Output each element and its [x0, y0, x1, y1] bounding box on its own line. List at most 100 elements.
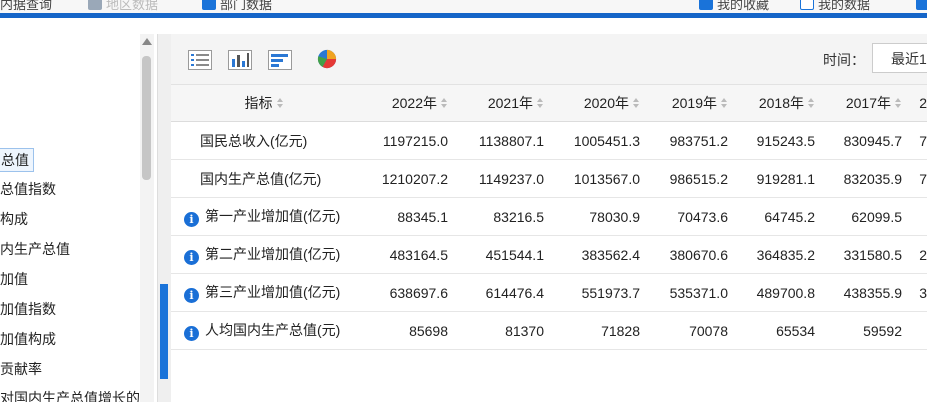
table-cell: 7	[902, 121, 927, 160]
info-icon[interactable]: i	[184, 250, 199, 265]
more-icon	[916, 0, 927, 10]
row-label: 第一产业增加值(亿元)	[205, 208, 341, 224]
data-table: 指标 2022年 2021年 2020年 2019年 2018年 2017年 2…	[171, 85, 927, 350]
pie-chart-icon[interactable]	[315, 49, 339, 69]
table-cell: 638697.6	[357, 273, 448, 312]
sort-icon[interactable]	[808, 98, 815, 109]
table-cell: 483164.5	[357, 235, 448, 274]
column-header-indicator[interactable]: 指标	[171, 85, 357, 122]
scroll-thumb[interactable]	[142, 56, 151, 180]
table-cell: 85698	[357, 311, 448, 350]
info-icon[interactable]: i	[184, 326, 199, 341]
table-cell: 364835.2	[728, 235, 815, 274]
table-cell: 70078	[640, 311, 728, 350]
region-data-icon	[88, 0, 102, 10]
row-label-cell: i 人均国内生产总值(元)	[171, 311, 357, 350]
view-toolbar: 时间： 最近10年	[171, 34, 927, 85]
table-cell	[902, 311, 927, 350]
sort-icon[interactable]	[721, 98, 728, 109]
table-cell: 1210207.2	[357, 159, 448, 198]
column-header-year[interactable]: 2017年	[815, 85, 902, 122]
table-cell: 78030.9	[544, 197, 640, 236]
nav-item-region-data[interactable]: 地区数据	[106, 0, 158, 13]
data-table-wrapper: 指标 2022年 2021年 2020年 2019年 2018年 2017年 2…	[171, 85, 927, 350]
tree-item[interactable]: 内生产总值	[0, 239, 74, 259]
table-row: i 第二产业增加值(亿元) 483164.5 451544.1 383562.4 …	[171, 235, 927, 274]
time-range-select[interactable]: 最近10年	[872, 43, 927, 73]
column-header-year[interactable]: 2020年	[544, 85, 640, 122]
table-row: 国内生产总值(亿元) 1210207.2 1149237.0 1013567.0…	[171, 159, 927, 198]
table-cell: 383562.4	[544, 235, 640, 274]
sort-icon[interactable]	[537, 98, 544, 109]
nav-item-favorites[interactable]: 我的收藏	[717, 0, 769, 13]
column-header-year[interactable]: 2021年	[448, 85, 544, 122]
splitter-handle[interactable]	[160, 284, 168, 379]
my-data-icon	[800, 0, 814, 10]
table-cell: 614476.4	[448, 273, 544, 312]
table-cell: 81370	[448, 311, 544, 350]
table-cell	[902, 197, 927, 236]
table-cell: 983751.2	[640, 121, 728, 160]
table-cell: 1149237.0	[448, 159, 544, 198]
table-cell: 451544.1	[448, 235, 544, 274]
row-label: 国民总收入(亿元)	[171, 121, 357, 160]
tree-item[interactable]: 加值	[0, 269, 32, 289]
column-header-year[interactable]: 2022年	[357, 85, 448, 122]
sort-icon[interactable]	[895, 98, 902, 109]
row-label: 第二产业增加值(亿元)	[205, 246, 341, 262]
header-accent-bar	[0, 13, 927, 18]
bar-chart-icon[interactable]	[228, 50, 252, 70]
table-cell: 2	[902, 235, 927, 274]
tree-item[interactable]: 贡献率	[0, 359, 46, 379]
table-row: i 第三产业增加值(亿元) 638697.6 614476.4 551973.7 …	[171, 273, 927, 312]
tree-item-selected[interactable]: 总值	[0, 148, 34, 172]
column-header-year[interactable]: 2018年	[728, 85, 815, 122]
table-cell: 3	[902, 273, 927, 312]
table-view-icon[interactable]	[188, 50, 212, 70]
tree-item[interactable]: 总值指数	[0, 179, 60, 199]
table-header-row: 指标 2022年 2021年 2020年 2019年 2018年 2017年 2	[171, 85, 927, 122]
horizontal-bar-chart-icon[interactable]	[268, 50, 292, 70]
info-icon[interactable]: i	[184, 288, 199, 303]
top-navigation: 内据查询 地区数据 部门数据 我的收藏 我的数据	[0, 0, 927, 13]
table-cell: 380670.6	[640, 235, 728, 274]
column-header-year[interactable]: 2	[902, 85, 927, 122]
row-label-cell: i 第三产业增加值(亿元)	[171, 273, 357, 312]
nav-item-data-query[interactable]: 内据查询	[0, 0, 52, 13]
sort-icon[interactable]	[276, 98, 284, 109]
row-label: 人均国内生产总值(元)	[205, 322, 341, 338]
info-icon[interactable]: i	[184, 212, 199, 227]
table-cell: 1197215.0	[357, 121, 448, 160]
tree-item[interactable]: 加值指数	[0, 299, 60, 319]
scroll-up-arrow-icon[interactable]	[142, 38, 152, 45]
table-row: 国民总收入(亿元) 1197215.0 1138807.1 1005451.3 …	[171, 121, 927, 160]
table-cell: 986515.2	[640, 159, 728, 198]
nav-item-department-data[interactable]: 部门数据	[220, 0, 272, 13]
table-cell: 832035.9	[815, 159, 902, 198]
nav-item-my-data[interactable]: 我的数据	[818, 0, 870, 13]
time-label: 时间：	[823, 52, 865, 68]
sidebar-scrollbar[interactable]	[140, 34, 154, 402]
table-cell: 1005451.3	[544, 121, 640, 160]
table-cell: 919281.1	[728, 159, 815, 198]
sort-icon[interactable]	[633, 98, 640, 109]
data-panel: 时间： 最近10年 指标 2022年 2021年 2020年 2019年 201…	[171, 34, 927, 402]
tree-item[interactable]: 构成	[0, 209, 32, 229]
table-cell: 88345.1	[357, 197, 448, 236]
column-header-year[interactable]: 2019年	[640, 85, 728, 122]
table-cell: 62099.5	[815, 197, 902, 236]
panel-splitter[interactable]	[157, 34, 171, 402]
favorites-icon	[699, 0, 713, 10]
row-label: 国内生产总值(亿元)	[171, 159, 357, 198]
tree-item[interactable]: 对国内生产总值增长的	[0, 388, 144, 402]
table-cell: 489700.8	[728, 273, 815, 312]
tree-item[interactable]: 加值构成	[0, 329, 60, 349]
table-cell: 1013567.0	[544, 159, 640, 198]
table-cell: 71828	[544, 311, 640, 350]
table-cell: 830945.7	[815, 121, 902, 160]
table-cell: 64745.2	[728, 197, 815, 236]
table-cell: 70473.6	[640, 197, 728, 236]
table-cell: 83216.5	[448, 197, 544, 236]
table-row: i 第一产业增加值(亿元) 88345.1 83216.5 78030.9 704…	[171, 197, 927, 236]
sort-icon[interactable]	[441, 98, 448, 109]
